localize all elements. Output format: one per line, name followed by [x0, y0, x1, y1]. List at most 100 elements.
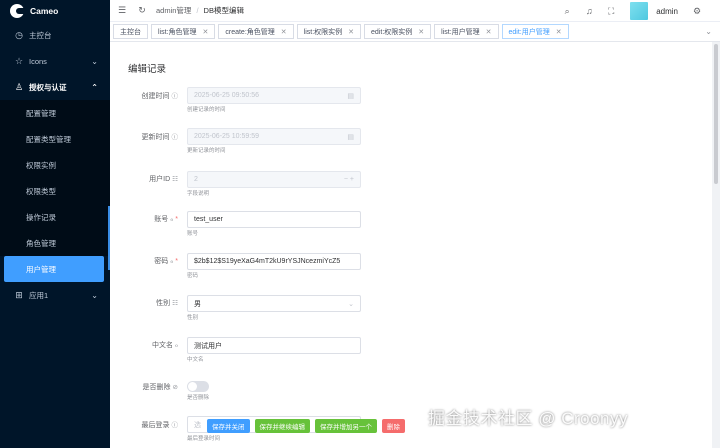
sidebar-item-label: Icons [29, 56, 47, 66]
sidebar-subitem-config[interactable]: 配置管理 [0, 100, 110, 126]
chinese-name-input[interactable]: 测试用户 [187, 337, 361, 354]
breadcrumb-separator: / [196, 6, 199, 15]
field-help: 最后登录时间 [187, 436, 221, 442]
notification-bell-icon[interactable]: ♫ [578, 6, 600, 16]
is-deleted-switch[interactable] [187, 381, 209, 392]
main-content: 编辑记录 创建时间 ⓘ 2025-06-25 09:50:56 ▤ 创建记录的时间 … [110, 42, 712, 448]
breadcrumb: admin管理 / DB模型编辑 [156, 5, 244, 16]
star-icon: ☆ [14, 55, 24, 66]
close-icon[interactable]: ✕ [281, 28, 287, 36]
sidebar: Cameo ◷ 主控台 ☆ Icons ⌄ ♙ 授权与认证 ⌃ 配置管理 配置类… [0, 0, 110, 448]
updated-at-input[interactable]: 2025-06-25 10:59:59 ▤ [187, 128, 361, 145]
refresh-icon[interactable]: ↻ [132, 5, 152, 16]
tab-bar: 主控台 list:角色管理 ✕ create:角色管理 ✕ list:权限实例 ✕ e… [110, 22, 720, 42]
chevron-down-icon: ⌄ [91, 56, 98, 66]
calendar-icon: ▤ [347, 92, 354, 100]
field-help: 是否删除 [187, 395, 210, 401]
question-circle-icon[interactable]: ⓘ [172, 134, 179, 141]
username[interactable]: admin [656, 7, 678, 16]
chevron-up-icon: ⌃ [91, 82, 98, 92]
tab-list-permission[interactable]: list:权限实例 ✕ [296, 24, 362, 39]
search-icon[interactable]: ⌕ [556, 6, 578, 17]
close-icon[interactable]: ✕ [486, 28, 492, 36]
close-icon[interactable]: ✕ [348, 28, 354, 36]
cameo-logo-icon [10, 4, 24, 18]
field-help: 字段说明 [187, 191, 210, 197]
tab-edit-permission[interactable]: edit:权限实例 ✕ [364, 24, 432, 39]
sidebar-item-label: 主控台 [29, 30, 52, 40]
sidebar-subitem-permission-instance[interactable]: 权限实例 [0, 152, 110, 178]
required-mark: * [175, 216, 178, 223]
watermark: 掘金技术社区 @ Croonyy [428, 409, 629, 428]
field-label: 更新时间 [141, 134, 170, 141]
breadcrumb-item-current: DB模型编辑 [203, 6, 244, 15]
tab-dashboard[interactable]: 主控台 [113, 24, 148, 39]
tab-edit-user[interactable]: edit:用户管理 ✕ [501, 24, 569, 39]
save-close-button[interactable]: 保存并关闭 [207, 419, 250, 433]
field-label: 用户ID [149, 176, 171, 183]
sidebar-subitem-user[interactable]: 用户管理 [4, 256, 104, 282]
chevron-down-icon: ⌄ [91, 290, 98, 300]
fullscreen-icon[interactable]: ⛶ [600, 6, 622, 17]
sidebar-subitem-role[interactable]: 角色管理 [0, 230, 110, 256]
chevron-down-icon[interactable]: ⌄ [705, 27, 712, 36]
tab-list-user[interactable]: list:用户管理 ✕ [434, 24, 499, 39]
required-mark: * [175, 258, 178, 265]
account-input[interactable]: test_user [187, 211, 361, 228]
check-circle-icon: ⊘ [172, 384, 178, 391]
sidebar-item-label: 应用1 [29, 290, 49, 300]
chevron-down-icon: ⌄ [348, 300, 354, 308]
close-icon[interactable]: ✕ [418, 28, 424, 36]
grid-icon: ⊞ [15, 289, 23, 300]
header-actions: ⌕ ♫ ⛶ admin ⚙ [556, 0, 708, 22]
close-icon[interactable]: ✕ [203, 28, 209, 36]
text-icon: ℴ [170, 216, 174, 223]
text-icon: ℴ [174, 342, 178, 349]
sidebar-item-dashboard[interactable]: ◷ 主控台 [0, 22, 110, 48]
calendar-icon: ▤ [347, 133, 354, 141]
field-label: 中文名 [151, 342, 173, 349]
main-scrollbar[interactable] [714, 44, 718, 184]
sidebar-subitem-operation-log[interactable]: 操作记录 [0, 204, 110, 230]
list-icon: ☷ [172, 300, 178, 307]
field-label: 最后登录 [141, 422, 170, 429]
form-action-bar: 保存并关闭 保存并继续编辑 保存并增加另一个 删除 [207, 419, 405, 433]
gender-select[interactable]: 男 ⌄ [187, 295, 361, 312]
field-label: 账号 [154, 216, 169, 223]
sidebar-item-auth[interactable]: ♙ 授权与认证 ⌃ [0, 74, 110, 100]
text-icon: ℴ [170, 258, 174, 265]
stepper-minus-plus-icon[interactable]: − + [344, 176, 354, 183]
app-logo[interactable]: Cameo [0, 0, 110, 22]
field-help: 中文名 [187, 357, 204, 363]
question-circle-icon[interactable]: ⓘ [172, 422, 179, 429]
delete-button[interactable]: 删除 [382, 419, 405, 433]
list-icon: ☷ [172, 176, 178, 183]
password-input[interactable]: $2b$12$S19yeXaG4mT2kU9rYSJNcezmiYcZ5 [187, 253, 361, 270]
save-continue-button[interactable]: 保存并继续编辑 [254, 419, 310, 433]
field-label: 创建时间 [141, 93, 170, 100]
tab-list-role[interactable]: list:角色管理 ✕ [151, 24, 216, 39]
field-label: 性别 [156, 300, 171, 307]
field-label: 密码 [154, 258, 169, 265]
gear-icon[interactable]: ⚙ [686, 6, 708, 17]
sidebar-item-label: 授权与认证 [29, 82, 67, 92]
user-icon: ♙ [14, 81, 24, 92]
sidebar-subitem-config-type[interactable]: 配置类型管理 [0, 126, 110, 152]
tab-create-role[interactable]: create:角色管理 ✕ [218, 24, 294, 39]
avatar[interactable] [630, 2, 649, 20]
created-at-input[interactable]: 2025-06-25 09:50:56 ▤ [187, 87, 361, 104]
sidebar-item-app1[interactable]: ⊞ 应用1 ⌄ [0, 282, 110, 308]
dashboard-icon: ◷ [15, 29, 23, 40]
field-help: 性别 [187, 315, 199, 321]
question-circle-icon[interactable]: ⓘ [172, 93, 179, 100]
sidebar-subitem-permission-type[interactable]: 权限类型 [0, 178, 110, 204]
breadcrumb-item[interactable]: admin管理 [156, 6, 191, 15]
sidebar-item-icons[interactable]: ☆ Icons ⌄ [0, 48, 110, 74]
user-id-stepper[interactable]: 2− + [187, 171, 361, 188]
field-help: 密码 [187, 273, 199, 279]
menu-fold-icon[interactable]: ☰ [112, 5, 132, 16]
save-add-another-button[interactable]: 保存并增加另一个 [315, 419, 377, 433]
close-icon[interactable]: ✕ [556, 28, 562, 36]
page-title: 编辑记录 [128, 64, 167, 75]
field-help: 账号 [187, 231, 199, 237]
